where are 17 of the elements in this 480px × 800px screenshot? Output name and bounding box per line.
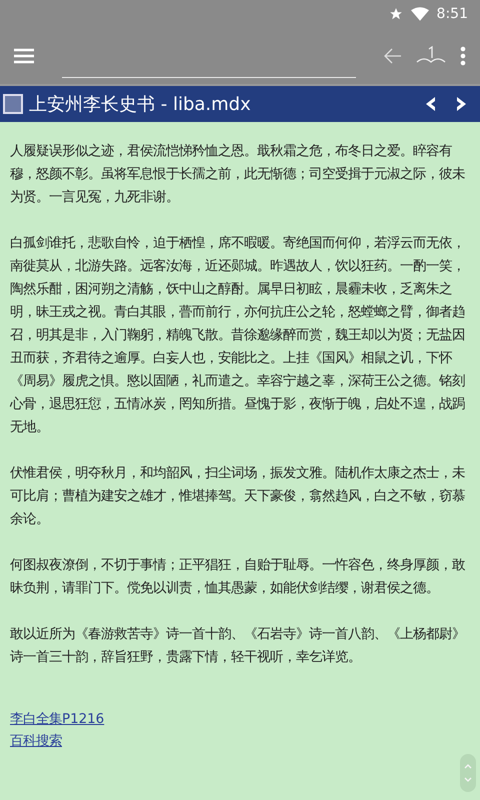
paragraph: 人履疑误形似之迹，君侯流恺悌矜恤之恩。戢秋霜之危，布冬日之爱。睟容有穆，怒颜不彰。虽将军息恨于长孺之前，此无惭德；司空受揖于元淑之际，彼未为贤。一言见冤，九死非谢。 <box>10 142 466 207</box>
paragraph: 何图叔夜潦倒，不切于事情；正平猖狂，自贻于耻辱。一忤容色，终身厚颜，敢昧负荆，请罪门下。傥免以训责，恤其愚蒙，如能伏剑结缨，谢君侯之德。 <box>10 556 466 598</box>
link[interactable]: 百科搜索 <box>10 731 62 753</box>
paragraph: 伏惟君侯，明夺秋月，和均韶风，扫尘词场，振发文雅。陆机作太康之杰士，未可比肩；曹植为建安之雄才，惟堪捧驾。天下豪俊，翕然趋风，白之不敏，窃慕余论。 <box>10 464 466 529</box>
entry-title: 上安州李长史书 - liba.mdx <box>29 93 252 116</box>
chevron-right-icon[interactable] <box>456 96 468 112</box>
more-icon[interactable] <box>460 46 466 66</box>
star-icon <box>388 7 403 21</box>
menu-icon[interactable] <box>14 48 34 64</box>
paragraph: 敢以近所为《春游救苦寺》诗一首十韵、《石岩寺》诗一首八韵、《上杨都尉》诗一首三十韵，辞旨狂野，贵露下情，轻干视听，幸乞详览。 <box>10 626 466 667</box>
paragraph: 白孤剑谁托，悲歌自怜，迫于栖惶，席不暇暖。寄绝国而何仰，若浮云而无依，南徙莫从，北游失路。远客汝海，近还郧城。昨遇故人，饮以狂药。一酌一笑，陶然乐酣，困河朔之清觞，饫中山之醇酎。属早日初眩，晨霾未收，乏离朱之明，昧王戎之视。青白其眼，瞢而前行，亦何抗庄公之轮，怒螳螂之臂，御者趋召，明其是非，入门鞠躬，精魄飞散。昔徐邈缘醉而赏，魏王却以为贤；无盐因丑而获，齐君待之逾厚。白妄人也，安能比之。上挂《国风》相鼠之讥，下怀《周易》履虎之惧。愍以固陋，礼而遣之。幸容宁越之辜，深荷王公之德。铭刻心骨，退思狂愆，五情冰炭，罔知所措。昼愧于影，夜惭于魄，启处不遑，战跼无地。 <box>10 234 466 437</box>
checkbox[interactable] <box>3 94 23 114</box>
link[interactable]: 李白全集P1216 <box>10 709 104 731</box>
wifi-icon <box>410 7 429 21</box>
left-arrow-icon[interactable] <box>384 48 402 64</box>
chevron-left-icon[interactable] <box>424 96 436 112</box>
status-time: 8:51 <box>436 6 468 22</box>
